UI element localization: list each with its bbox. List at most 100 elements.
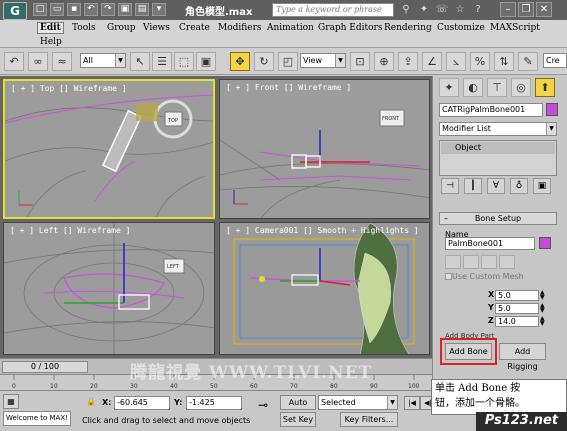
select-and-link-icon[interactable]: ∞ xyxy=(28,52,48,71)
menu-customize[interactable]: Customize xyxy=(437,23,485,33)
menu-views[interactable]: Views xyxy=(143,23,170,33)
add-rigging-button[interactable]: Add Rigging xyxy=(499,343,546,371)
add-bone-button[interactable]: Add Bone xyxy=(445,343,492,360)
edit-named-selection-icon[interactable]: ✎ xyxy=(518,52,538,71)
dim-y-spinner-icon[interactable]: ▲ ▼ xyxy=(540,303,546,314)
modifier-stack[interactable]: Object xyxy=(439,140,557,176)
use-custom-mesh-checkbox[interactable] xyxy=(445,273,452,280)
object-color-swatch[interactable] xyxy=(546,103,558,116)
undo-icon[interactable]: ↶ xyxy=(84,3,98,16)
stack-item-object[interactable]: Object xyxy=(441,142,555,154)
maxscript-listener[interactable]: Welcome to MAX! xyxy=(3,411,71,426)
dim-z-spinner-icon[interactable]: ▲ ▼ xyxy=(540,316,546,327)
restore-button[interactable]: ❐ xyxy=(518,2,534,17)
save-icon[interactable]: ▪ xyxy=(67,3,81,16)
viewport-camera[interactable]: [ + ] Camera001 [] Smooth + Highlights ] xyxy=(219,222,430,355)
create-tab-icon[interactable]: ✦ xyxy=(439,78,459,97)
select-and-scale-icon[interactable]: ◰ xyxy=(278,52,298,71)
select-manipulate-icon[interactable]: ⊕ xyxy=(374,52,394,71)
app-logo-icon[interactable]: G xyxy=(3,2,27,20)
minimize-button[interactable]: – xyxy=(500,2,516,17)
help-icon[interactable]: ? xyxy=(470,3,486,17)
show-end-result-icon[interactable]: ┃ xyxy=(464,178,482,194)
subscription-icon[interactable]: ✦ xyxy=(416,3,432,17)
reset-bone-icon[interactable] xyxy=(499,255,515,269)
make-unique-icon[interactable]: ∀ xyxy=(487,178,505,194)
go-to-start-icon[interactable]: |◀ xyxy=(404,396,420,410)
viewport-top[interactable]: [ + ] Top [] Wireframe ] TOP xyxy=(3,79,215,219)
menu-rendering[interactable]: Rendering xyxy=(384,23,432,33)
menu-tools[interactable]: Tools xyxy=(72,23,96,33)
key-filters-button[interactable]: Key Filters... xyxy=(340,412,398,427)
close-button[interactable]: ✕ xyxy=(536,2,552,17)
viewport-left-label[interactable]: [ + ] Left [] Wireframe ] xyxy=(10,226,130,235)
padlock-icon[interactable]: 🔒 xyxy=(84,395,98,410)
viewport-front[interactable]: [ + ] Front [] Wireframe ] FRONT xyxy=(219,79,430,219)
undo-tool-icon[interactable]: ↶ xyxy=(4,52,24,71)
menu-edit[interactable]: Edit xyxy=(37,22,64,34)
new-file-icon[interactable]: □ xyxy=(33,3,47,16)
paste-mirror-icon[interactable] xyxy=(481,255,497,269)
object-name-field[interactable]: CATRigPalmBone001 xyxy=(439,103,543,117)
pin-stack-icon[interactable]: ⊣ xyxy=(441,178,459,194)
hold-icon[interactable]: ▣ xyxy=(118,3,132,16)
angle-snap-icon[interactable]: ⦣ xyxy=(446,52,466,71)
viewport-left[interactable]: [ + ] Left [] Wireframe ] LEFT xyxy=(3,222,215,355)
spinner-snap-icon[interactable]: ⇅ xyxy=(494,52,514,71)
dim-x-field[interactable]: 5.0 xyxy=(495,290,539,301)
utilities-tab-icon[interactable]: ⬆ xyxy=(535,78,555,97)
hierarchy-tab-icon[interactable]: ⊤ xyxy=(487,78,507,97)
modifier-list-dropdown[interactable]: Modifier List ▼ xyxy=(439,122,557,136)
named-selection-input[interactable]: Cre xyxy=(543,53,567,68)
motion-tab-icon[interactable]: ◎ xyxy=(511,78,531,97)
select-by-name-icon[interactable]: ☰ xyxy=(152,52,172,71)
auto-key-button[interactable]: Auto Key xyxy=(280,395,316,420)
select-and-move-icon[interactable]: ✥ xyxy=(230,52,250,71)
y-coord-field[interactable]: -1.425 xyxy=(186,396,242,410)
time-slider[interactable]: 0 / 100 xyxy=(2,361,88,373)
search-input[interactable]: Type a keyword or phrase xyxy=(272,3,394,17)
viewport-camera-label[interactable]: [ + ] Camera001 [] Smooth + Highlights ] xyxy=(226,226,419,235)
dim-y-field[interactable]: 5.0 xyxy=(495,303,539,314)
favorites-star-icon[interactable]: ☆ xyxy=(452,3,468,17)
reference-coordinate-dropdown[interactable]: View ▼ xyxy=(300,53,346,68)
menu-help[interactable]: Help xyxy=(40,37,62,47)
percent-snap-icon[interactable]: % xyxy=(470,52,490,71)
configure-sets-icon[interactable]: ▣ xyxy=(533,178,551,194)
set-key-button[interactable]: Set Key xyxy=(280,412,316,427)
menu-create[interactable]: Create xyxy=(179,23,210,33)
copy-bone-icon[interactable] xyxy=(445,255,461,269)
communication-center-icon[interactable]: ☏ xyxy=(434,3,450,17)
lock-selection-icon[interactable]: ▦ xyxy=(3,394,19,409)
key-mode-dropdown[interactable]: Selected ▼ xyxy=(318,395,398,410)
select-and-rotate-icon[interactable]: ↻ xyxy=(254,52,274,71)
modify-tab-icon[interactable]: ◐ xyxy=(463,78,483,97)
search-binoculars-icon[interactable]: ⚲ xyxy=(398,3,414,17)
bind-space-warp-icon[interactable]: ≈ xyxy=(52,52,72,71)
menu-group[interactable]: Group xyxy=(107,23,135,33)
x-coord-field[interactable]: -60.645 xyxy=(114,396,170,410)
snaps-toggle-icon[interactable]: ∠ xyxy=(422,52,442,71)
key-icon[interactable]: ⊸ xyxy=(252,399,274,414)
rectangular-selection-icon[interactable]: ⬚ xyxy=(174,52,194,71)
selection-filter-dropdown[interactable]: All ▼ xyxy=(80,53,126,68)
dim-z-field[interactable]: 14.0 xyxy=(495,316,539,327)
bone-name-field[interactable]: PalmBone001 xyxy=(445,237,535,250)
redo-icon[interactable]: ↷ xyxy=(101,3,115,16)
menu-modifiers[interactable]: Modifiers xyxy=(218,23,262,33)
menu-maxscript[interactable]: MAXScript xyxy=(490,23,540,33)
remove-modifier-icon[interactable]: ♁ xyxy=(510,178,528,194)
dim-x-spinner-icon[interactable]: ▲ ▼ xyxy=(540,290,546,301)
keyboard-shortcut-override-icon[interactable]: ⇪ xyxy=(398,52,418,71)
paste-bone-icon[interactable] xyxy=(463,255,479,269)
open-folder-icon[interactable]: ▭ xyxy=(50,3,64,16)
menu-graph-editors[interactable]: Graph Editors xyxy=(318,23,382,33)
bone-setup-rollout[interactable]: – Bone Setup xyxy=(439,212,557,225)
quick-access-dropdown-icon[interactable]: ▾ xyxy=(152,3,166,16)
select-object-icon[interactable]: ↖ xyxy=(130,52,150,71)
viewport-top-label[interactable]: [ + ] Top [] Wireframe ] xyxy=(11,84,127,93)
pivot-center-icon[interactable]: ⊡ xyxy=(350,52,370,71)
menu-animation[interactable]: Animation xyxy=(267,23,314,33)
bone-color-swatch[interactable] xyxy=(539,237,551,249)
window-crossing-icon[interactable]: ▣ xyxy=(196,52,216,71)
